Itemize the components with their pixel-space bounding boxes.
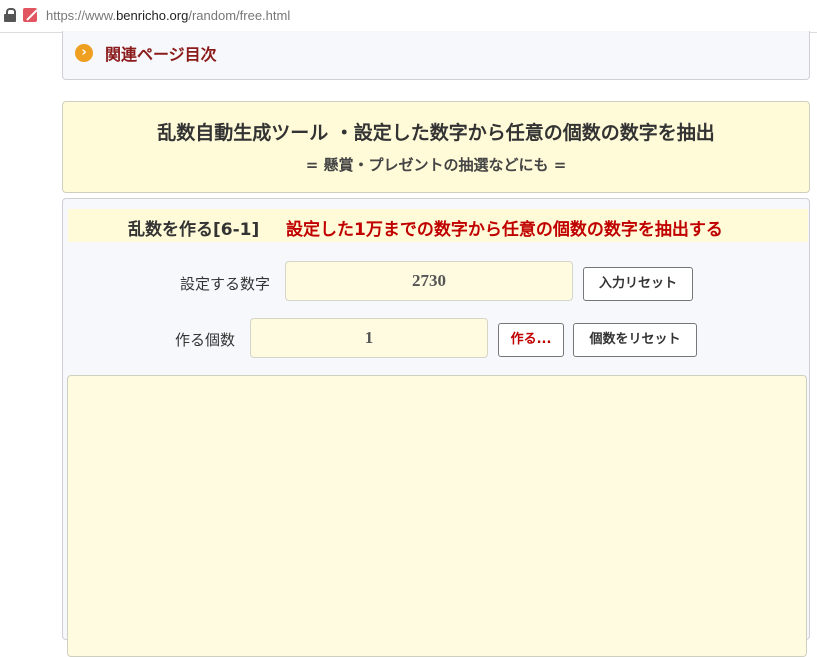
browser-address-bar[interactable]: https://www.benricho.org/random/free.htm… [0, 0, 817, 33]
random-tool-panel: 乱数を作る[6-1] 設定した1万までの数字から任意の個数の数字を抽出する 設定… [62, 198, 810, 657]
result-output-area[interactable] [67, 375, 807, 657]
tool-heading-description: 設定した1万までの数字から任意の個数の数字を抽出する [286, 220, 723, 240]
reset-count-button[interactable]: 個数をリセット [573, 323, 697, 357]
related-pages-link[interactable]: 関連ページ目次 [105, 41, 217, 65]
count-label: 作る個数 [175, 331, 236, 349]
tool-heading: 乱数を作る[6-1] 設定した1万までの数字から任意の個数の数字を抽出する [68, 209, 808, 242]
number-label: 設定する数字 [180, 275, 271, 293]
related-pages-box: › 関連ページ目次 [62, 31, 810, 80]
number-input[interactable]: 2730 [285, 261, 573, 301]
page-title: 乱数自動生成ツール ・設定した数字から任意の個数の数字を抽出 [157, 122, 715, 144]
count-input[interactable]: 1 [250, 318, 488, 358]
reset-input-button[interactable]: 入力リセット [583, 267, 693, 301]
page-subtitle: = 懸賞・プレゼントの抽選などにも = [305, 156, 567, 174]
generate-button[interactable]: 作る... [498, 323, 564, 357]
tool-heading-label: 乱数を作る[6-1] [128, 220, 260, 240]
lock-icon[interactable] [4, 8, 16, 22]
url-text[interactable]: https://www.benricho.org/random/free.htm… [46, 8, 290, 23]
title-box: 乱数自動生成ツール ・設定した数字から任意の個数の数字を抽出 = 懸賞・プレゼン… [62, 101, 810, 193]
site-favicon-icon [23, 8, 37, 22]
chevron-right-circle-icon: › [75, 44, 93, 62]
